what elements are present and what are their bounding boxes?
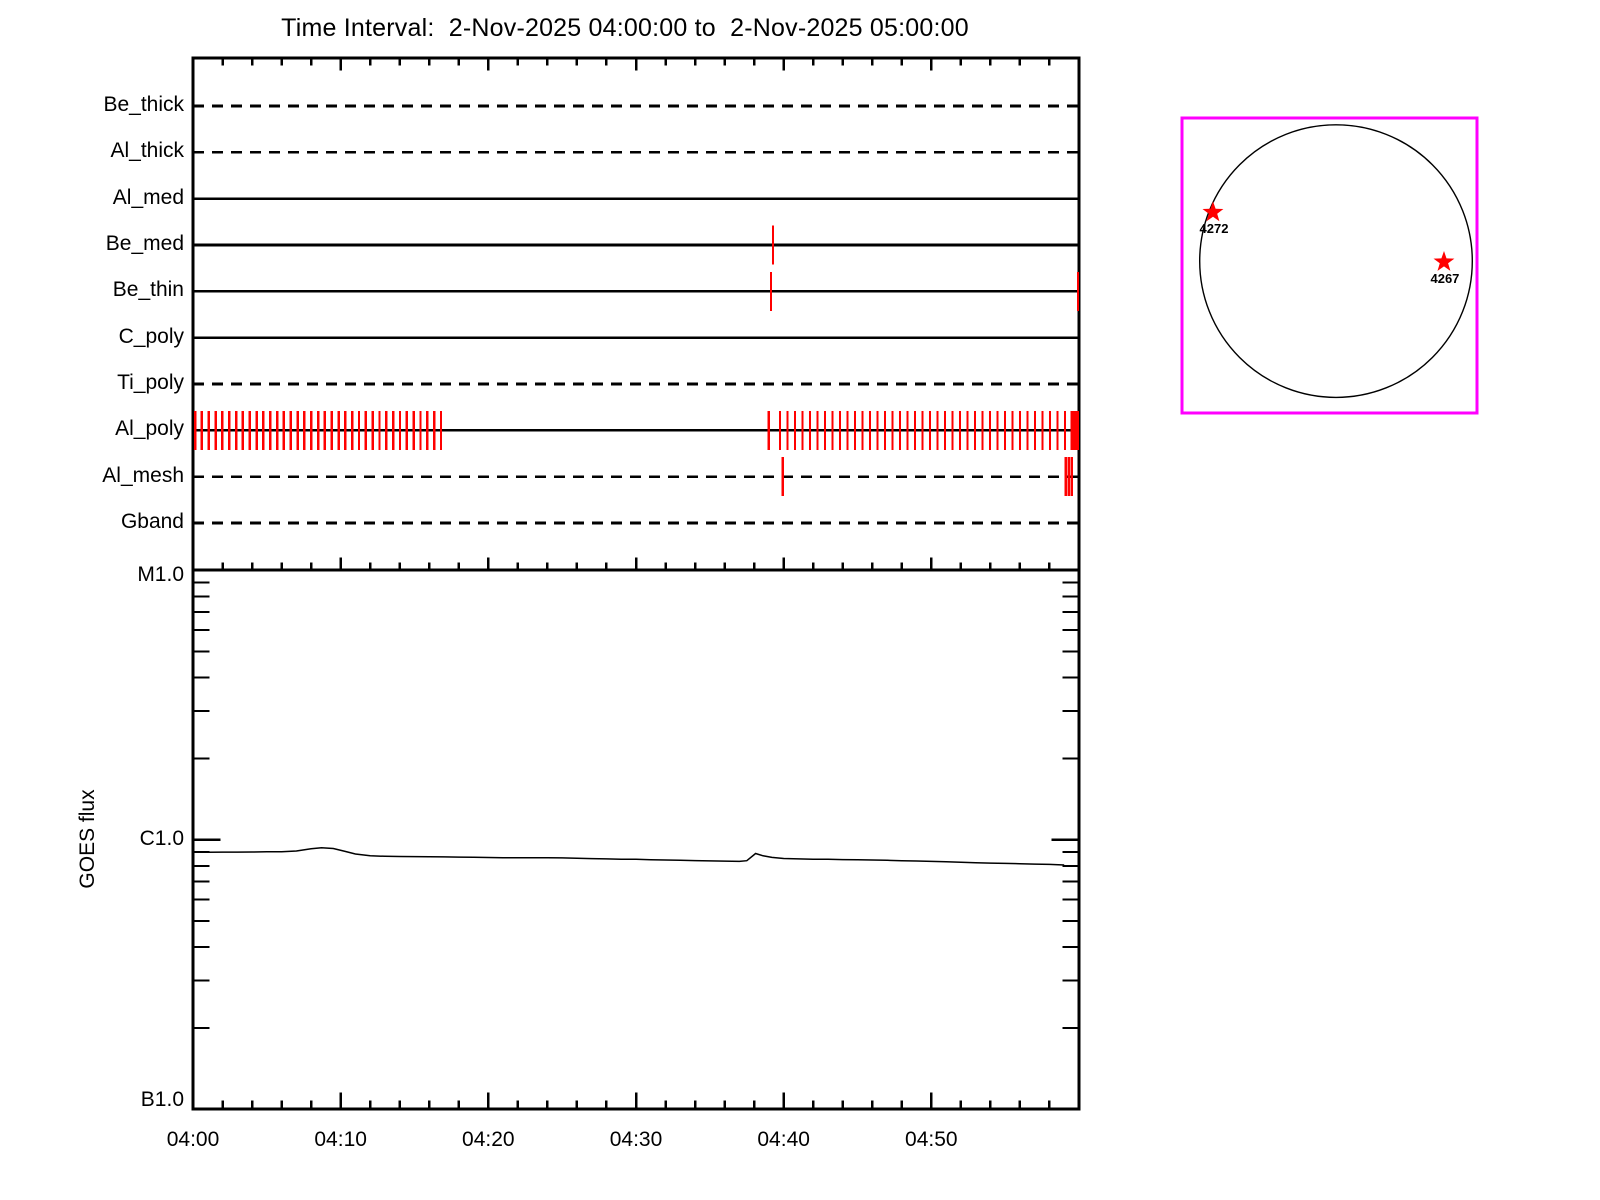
active-region-star-icon (1433, 251, 1455, 271)
y-tick-label-b1-0: B1.0 (140, 1088, 184, 1111)
timeline-panel-frame (191, 56, 1081, 572)
x-tick-label: 04:00 (166, 1128, 220, 1151)
y-tick-label-m1-0: M1.0 (137, 563, 184, 586)
filter-row-label-be-thin: Be_thin (112, 278, 184, 302)
x-tick-label: 04:40 (757, 1128, 810, 1151)
filter-row-label-al-med: Al_med (112, 185, 184, 209)
filter-row-label-al-thick: Al_thick (110, 139, 184, 163)
plot-canvas (191, 56, 1479, 1111)
active-region-label: 4267 (1430, 270, 1460, 286)
x-tick-label: 04:10 (314, 1128, 367, 1151)
filter-row-label-ti-poly: Ti_poly (117, 370, 184, 394)
solar-disk-inset-frame (1180, 116, 1479, 415)
solar-limb-circle (1198, 124, 1473, 399)
filter-row-label-al-poly: Al_poly (115, 417, 184, 441)
x-tick-label: 04:20 (462, 1128, 515, 1151)
filter-row-label-gband: Gband (120, 509, 184, 533)
filter-row-label-be-thick: Be_thick (103, 93, 184, 116)
x-tick-label: 04:30 (609, 1128, 663, 1151)
xrt-observation-plot: Time Interval: 2-Nov-2025 04:00:00 to 2-… (0, 0, 1600, 1200)
goes-panel-frame (191, 568, 1081, 1111)
filter-row-label-c-poly: C_poly (118, 324, 184, 348)
active-region-label: 4272 (1199, 221, 1229, 237)
filter-row-label-be-med: Be_med (105, 231, 184, 255)
filter-row-label-al-mesh: Al_mesh (102, 463, 184, 487)
goes-flux-axis-label: GOES flux (76, 789, 99, 889)
active-region-star-icon (1202, 201, 1224, 222)
goes-flux-curve (193, 846, 1065, 866)
x-tick-label: 04:50 (905, 1128, 958, 1151)
